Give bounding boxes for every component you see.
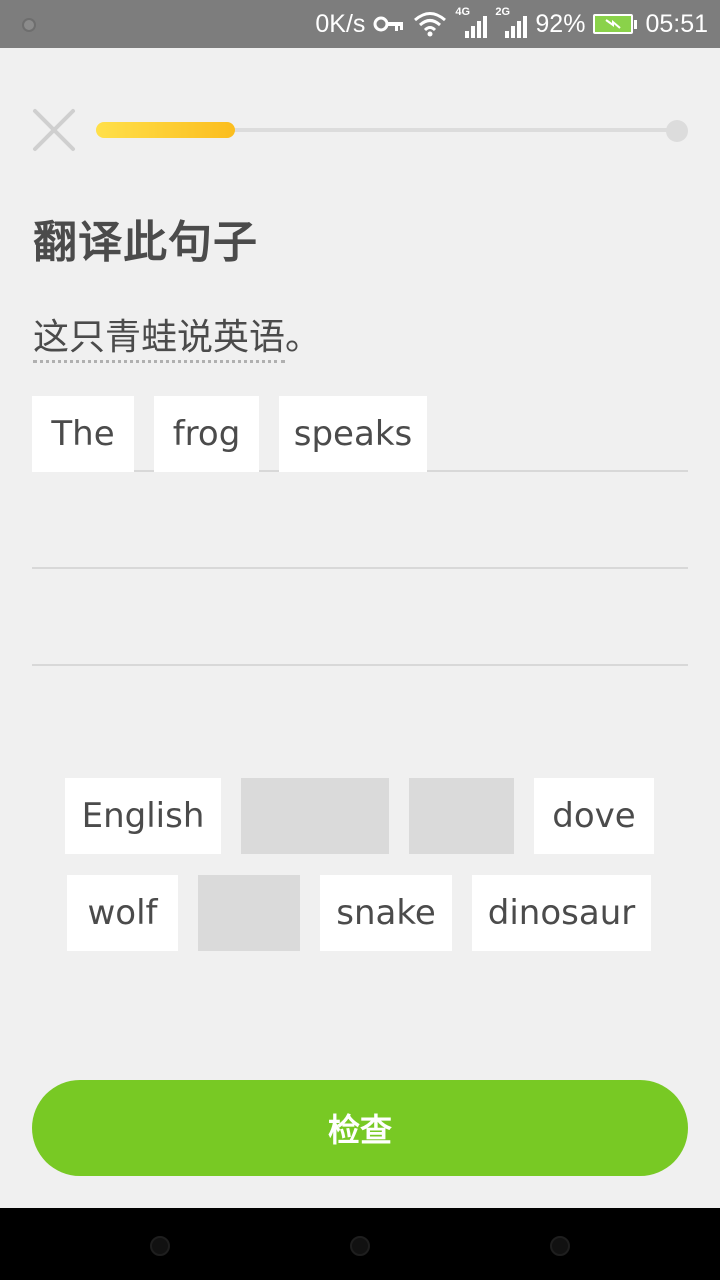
status-icons: 0K/s 4G 2G 92% 05:51 (315, 0, 708, 48)
home-icon[interactable] (350, 1236, 370, 1256)
status-bar: 0K/s 4G 2G 92% 05:51 (0, 0, 720, 48)
lesson-progress-bar (96, 120, 688, 142)
word-bank-chip[interactable]: dinosaur (472, 875, 651, 951)
check-button[interactable]: 检查 (32, 1080, 688, 1176)
word-bank-chip[interactable]: snake (320, 875, 452, 951)
prompt-punctuation: 。 (285, 317, 322, 358)
answer-area: The frog speaks (32, 396, 688, 668)
word-bank-chip[interactable]: English (65, 778, 221, 854)
close-button[interactable] (30, 106, 78, 154)
prompt-sentence: 这只青蛙说英语。 (33, 308, 322, 363)
close-icon (33, 109, 75, 151)
word-bank-chip-used (198, 875, 300, 951)
clock: 05:51 (645, 9, 708, 38)
prompt-text[interactable]: 这只青蛙说英语 (33, 317, 286, 363)
back-icon[interactable] (150, 1236, 170, 1256)
answer-word-chip[interactable]: The (32, 396, 134, 472)
progress-end-marker (666, 120, 688, 142)
answer-line (32, 664, 688, 666)
navigation-bar (0, 1208, 720, 1280)
battery-charging-icon (593, 14, 638, 34)
notification-dot-icon (22, 18, 36, 32)
word-bank-chip[interactable]: wolf (67, 875, 178, 951)
recent-apps-icon[interactable] (550, 1236, 570, 1256)
answer-word-chip[interactable]: frog (154, 396, 259, 472)
answer-line (32, 567, 688, 569)
key-icon (373, 16, 404, 32)
word-bank-chip-used (241, 778, 389, 854)
battery-percent: 92% (535, 9, 586, 38)
wifi-icon (414, 12, 447, 37)
answer-word-chip[interactable]: speaks (279, 396, 427, 472)
progress-fill (96, 122, 235, 138)
word-bank-chip-used (409, 778, 514, 854)
word-bank-chip[interactable]: dove (534, 778, 654, 854)
exercise-title: 翻译此句子 (33, 217, 258, 268)
signal-2g-icon: 2G (495, 6, 528, 42)
net-speed: 0K/s (315, 9, 366, 38)
signal-4g-icon: 4G (455, 6, 488, 42)
